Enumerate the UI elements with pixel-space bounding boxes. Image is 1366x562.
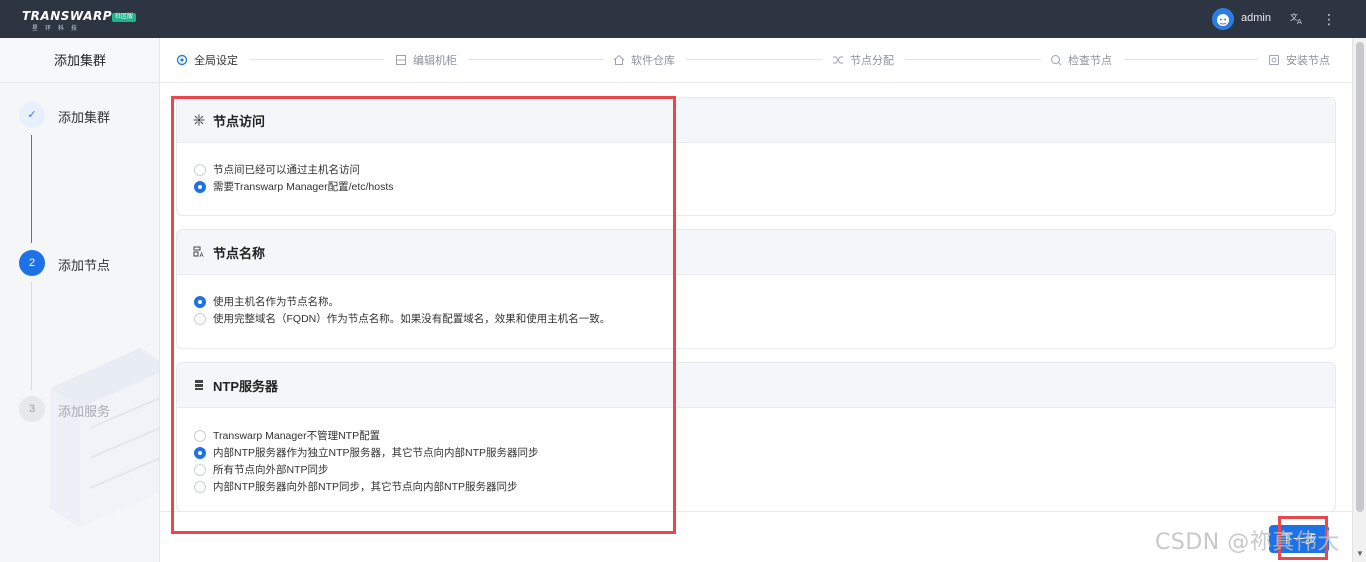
panel-header: NTP服务器 bbox=[177, 363, 1335, 408]
logo-text: TRANSWARP bbox=[22, 9, 113, 23]
wizard-step-edit-rack[interactable]: 编辑机柜 bbox=[395, 52, 457, 68]
radio-option[interactable]: 需要Transwarp Manager配置/etc/hosts bbox=[194, 178, 1335, 195]
radio-label: 所有节点向外部NTP同步 bbox=[213, 464, 329, 476]
wizard-connector bbox=[905, 59, 1041, 60]
logo-subtext: 星环科技 bbox=[32, 26, 85, 32]
gear-icon bbox=[176, 54, 188, 66]
wizard-step-label: 安装节点 bbox=[1286, 55, 1330, 67]
wizard-connector bbox=[1124, 59, 1258, 60]
shuffle-icon bbox=[832, 54, 844, 66]
radio-button-checked[interactable] bbox=[194, 180, 206, 193]
wizard-step-install-nodes[interactable]: 安装节点 bbox=[1268, 52, 1330, 68]
scrollbar-thumb[interactable] bbox=[1356, 42, 1364, 512]
panel-header: 节点访问 bbox=[177, 98, 1335, 143]
sidebar-title: 添加集群 bbox=[0, 38, 159, 83]
step-label: 添加节点 bbox=[58, 258, 111, 273]
step-connector-todo bbox=[31, 282, 32, 390]
wizard-step-label: 检查节点 bbox=[1068, 55, 1112, 67]
radio-button-checked[interactable] bbox=[194, 295, 206, 308]
radio-button-unchecked[interactable] bbox=[194, 312, 206, 325]
check-search-icon bbox=[1050, 54, 1062, 66]
csdn-watermark: CSDN @祢真伟大 bbox=[1155, 530, 1340, 555]
server-icon bbox=[193, 379, 205, 391]
radio-option[interactable]: 节点间已经可以通过主机名访问 bbox=[194, 161, 1335, 178]
radio-option[interactable]: 内部NTP服务器向外部NTP同步，其它节点向内部NTP服务器同步 bbox=[194, 478, 1335, 495]
wizard-step-check-nodes[interactable]: 检查节点 bbox=[1050, 52, 1112, 68]
step-number-badge: 3 bbox=[19, 396, 45, 422]
wizard-connector bbox=[686, 59, 822, 60]
radio-button-checked[interactable] bbox=[194, 446, 206, 459]
radio-group-ntp: Transwarp Manager不管理NTP配置 内部NTP服务器作为独立NT… bbox=[177, 408, 1335, 495]
scroll-down-arrow-icon[interactable]: ▼ bbox=[1355, 549, 1365, 559]
user-avatar-icon[interactable] bbox=[1212, 8, 1234, 30]
svg-text:A: A bbox=[1297, 18, 1302, 25]
radio-group-node-access: 节点间已经可以通过主机名访问 需要Transwarp Manager配置/etc… bbox=[177, 143, 1335, 195]
radio-label: 内部NTP服务器作为独立NTP服务器，其它节点向内部NTP服务器同步 bbox=[213, 447, 539, 459]
wizard-step-software-repo[interactable]: 软件仓库 bbox=[613, 52, 675, 68]
rack-icon bbox=[395, 54, 407, 66]
panel-title: 节点名称 bbox=[213, 245, 266, 261]
radio-label: Transwarp Manager不管理NTP配置 bbox=[213, 430, 381, 442]
radio-label: 内部NTP服务器向外部NTP同步，其它节点向内部NTP服务器同步 bbox=[213, 481, 518, 493]
wizard-connector bbox=[250, 59, 384, 60]
panel-ntp-server: NTP服务器 Transwarp Manager不管理NTP配置 内部NTP服务… bbox=[176, 362, 1336, 512]
wizard-connector bbox=[468, 59, 604, 60]
rename-icon: A bbox=[193, 246, 205, 259]
transwarp-logo[interactable]: TRANSWARP 星环科技 社区版 bbox=[22, 9, 142, 33]
language-switch-icon[interactable]: 文A bbox=[1290, 11, 1304, 27]
radio-option[interactable]: 使用完整域名（FQDN）作为节点名称。如果没有配置域名，效果和使用主机名一致。 bbox=[194, 310, 1335, 327]
panel-header: A 节点名称 bbox=[177, 230, 1335, 275]
radio-button-unchecked[interactable] bbox=[194, 429, 206, 442]
panel-title: 节点访问 bbox=[213, 113, 266, 129]
radio-label: 需要Transwarp Manager配置/etc/hosts bbox=[213, 181, 394, 193]
radio-label: 使用完整域名（FQDN）作为节点名称。如果没有配置域名，效果和使用主机名一致。 bbox=[213, 313, 611, 325]
wizard-step-global-settings[interactable]: 全局设定 bbox=[176, 52, 238, 68]
wizard-steps: 全局设定 编辑机柜 软件仓库 节点分配 检查节点 安装节点 bbox=[160, 38, 1352, 83]
vertical-scrollbar[interactable]: ▼ bbox=[1352, 38, 1366, 562]
step-done-check-icon: ✓ bbox=[19, 102, 45, 128]
main-content: 节点访问 节点间已经可以通过主机名访问 需要Transwarp Manager配… bbox=[160, 84, 1352, 512]
radio-button-unchecked[interactable] bbox=[194, 163, 206, 176]
step-label: 添加集群 bbox=[58, 110, 111, 125]
step-connector-done bbox=[31, 135, 32, 243]
wizard-step-label: 软件仓库 bbox=[631, 55, 675, 67]
panel-title: NTP服务器 bbox=[213, 378, 279, 394]
radio-option[interactable]: 内部NTP服务器作为独立NTP服务器，其它节点向内部NTP服务器同步 bbox=[194, 444, 1335, 461]
edition-badge: 社区版 bbox=[112, 13, 137, 22]
radio-button-unchecked[interactable] bbox=[194, 463, 206, 476]
radio-group-node-name: 使用主机名作为节点名称。 使用完整域名（FQDN）作为节点名称。如果没有配置域名… bbox=[177, 275, 1335, 327]
home-icon bbox=[613, 54, 625, 66]
radio-button-unchecked[interactable] bbox=[194, 480, 206, 493]
radio-label: 使用主机名作为节点名称。 bbox=[213, 296, 339, 308]
radio-label: 节点间已经可以通过主机名访问 bbox=[213, 164, 360, 176]
network-icon bbox=[193, 114, 205, 126]
decorative-server-illustration bbox=[50, 348, 159, 528]
wizard-step-label: 节点分配 bbox=[850, 55, 894, 67]
more-vertical-icon[interactable]: ⋮ bbox=[1322, 10, 1336, 28]
install-icon bbox=[1268, 54, 1280, 66]
radio-option[interactable]: 使用主机名作为节点名称。 bbox=[194, 293, 1335, 310]
step-number-badge: 2 bbox=[19, 250, 45, 276]
wizard-step-label: 编辑机柜 bbox=[413, 55, 457, 67]
svg-text:A: A bbox=[200, 252, 205, 258]
step-label: 添加服务 bbox=[58, 404, 111, 419]
radio-option[interactable]: Transwarp Manager不管理NTP配置 bbox=[194, 427, 1335, 444]
wizard-step-label: 全局设定 bbox=[194, 55, 238, 67]
panel-node-access: 节点访问 节点间已经可以通过主机名访问 需要Transwarp Manager配… bbox=[176, 97, 1336, 216]
panel-node-name: A 节点名称 使用主机名作为节点名称。 使用完整域名（FQDN）作为节点名称。如… bbox=[176, 229, 1336, 349]
username-label[interactable]: admin bbox=[1241, 12, 1271, 24]
wizard-step-node-assignment[interactable]: 节点分配 bbox=[832, 52, 894, 68]
radio-option[interactable]: 所有节点向外部NTP同步 bbox=[194, 461, 1335, 478]
top-bar: TRANSWARP 星环科技 社区版 admin 文A ⋮ bbox=[0, 0, 1366, 38]
